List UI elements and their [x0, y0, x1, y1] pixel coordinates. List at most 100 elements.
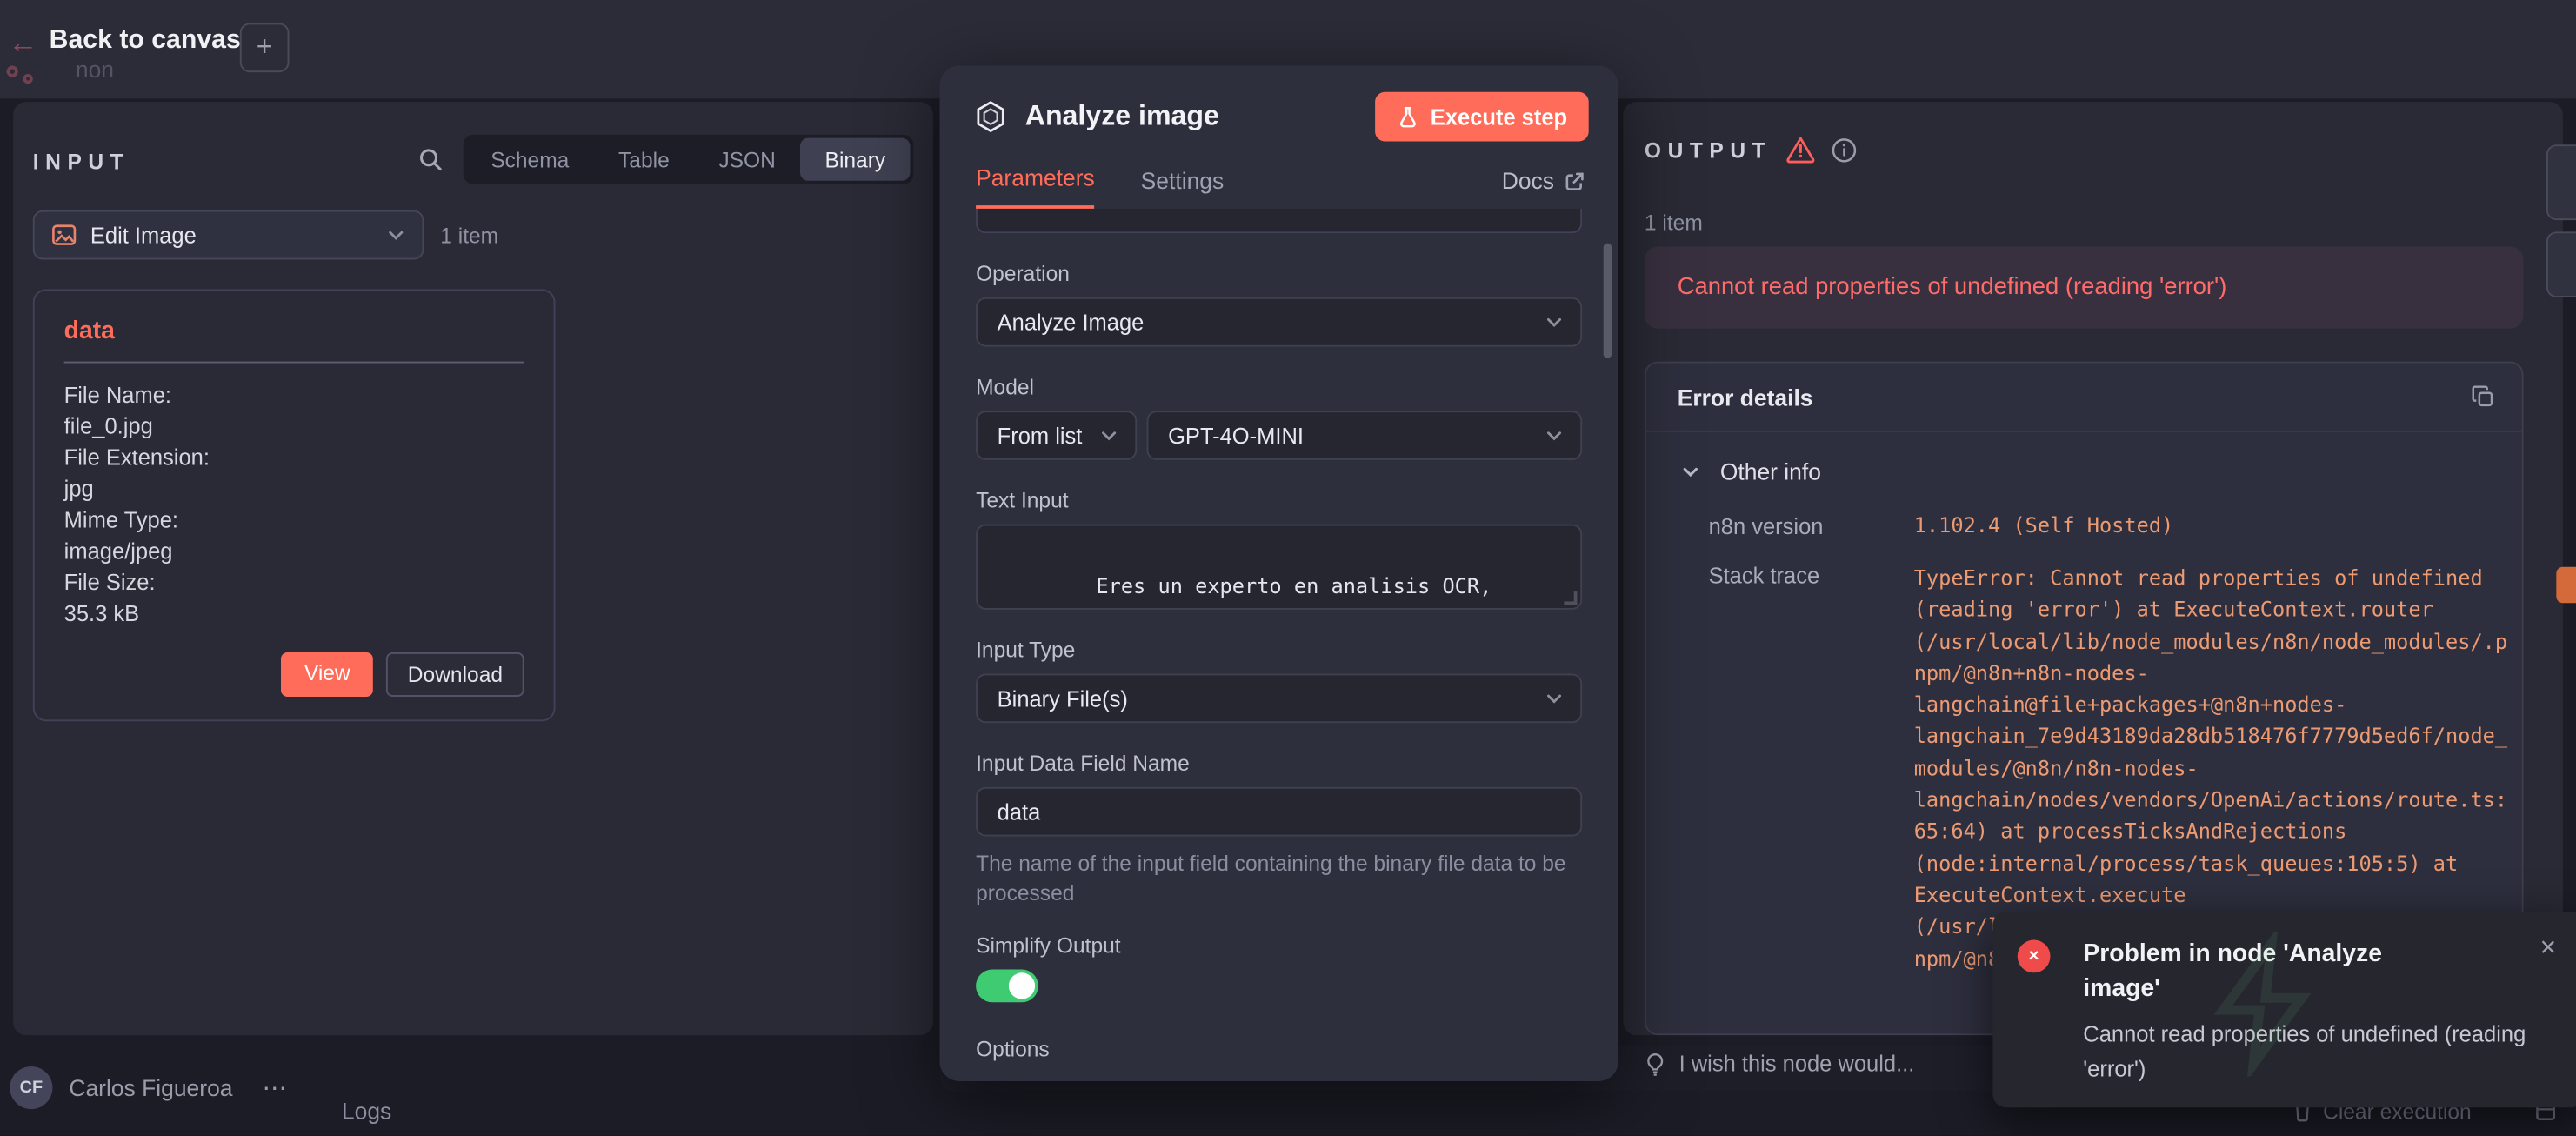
- tab-parameters[interactable]: Parameters: [976, 164, 1095, 209]
- output-panel: OUTPUT 1 item Cannot read properties of …: [1623, 102, 2563, 1035]
- node-wish-button[interactable]: I wish this node would...: [1643, 1052, 1914, 1076]
- node-title: Analyze image: [1025, 100, 1219, 133]
- text-input-textarea[interactable]: Eres un experto en analisis OCR, mira la…: [976, 525, 1582, 610]
- operation-value: Analyze Image: [998, 310, 1145, 334]
- logo-dot-icon: [7, 66, 18, 77]
- back-arrow-icon[interactable]: ←: [8, 26, 37, 61]
- other-info-section-toggle[interactable]: Other info: [1679, 458, 2502, 484]
- add-button[interactable]: +: [240, 23, 290, 72]
- execute-step-button[interactable]: Execute step: [1375, 92, 1589, 142]
- warning-triangle-icon: [1786, 135, 1816, 164]
- input-panel-title: INPUT: [33, 149, 130, 173]
- n8n-version-value: 1.102.4 (Self Hosted): [1914, 512, 2174, 538]
- file-name-value: file_0.jpg: [64, 411, 524, 442]
- resize-handle-icon[interactable]: [1564, 591, 1577, 605]
- input-panel: INPUT Schema Table JSON Binary Edit Imag…: [13, 102, 933, 1035]
- binary-field-name: data: [64, 317, 524, 364]
- chevron-down-icon: [1545, 312, 1565, 332]
- search-icon[interactable]: [417, 146, 443, 172]
- lightning-watermark-icon: [2193, 932, 2338, 1076]
- input-data-field-name-input[interactable]: data: [976, 787, 1582, 837]
- logs-toggle[interactable]: Logs: [342, 1098, 391, 1124]
- simplify-output-toggle[interactable]: [976, 970, 1038, 1003]
- toggle-knob: [1009, 972, 1035, 999]
- tab-json[interactable]: JSON: [694, 138, 800, 181]
- file-name-label: File Name:: [64, 379, 524, 411]
- n8n-version-label: n8n version: [1709, 512, 1914, 538]
- wish-label: I wish this node would...: [1679, 1052, 1915, 1076]
- input-source-select[interactable]: Edit Image: [33, 210, 424, 260]
- input-type-label: Input Type: [976, 638, 1582, 662]
- more-options-icon[interactable]: ⋯: [263, 1073, 287, 1103]
- input-data-field-name-label: Input Data Field Name: [976, 751, 1582, 775]
- file-extension-value: jpg: [64, 473, 524, 505]
- options-label: Options: [976, 1037, 1582, 1061]
- operation-select[interactable]: Analyze Image: [976, 297, 1582, 347]
- simplify-output-label: Simplify Output: [976, 933, 1582, 958]
- cut-off-field[interactable]: [976, 209, 1582, 233]
- canvas-node-orange-sliver: [2556, 567, 2576, 604]
- n8n-node-detail-view: ← Back to canvas non + INPUT Schema Tabl…: [0, 0, 2576, 1135]
- back-to-canvas-button[interactable]: Back to canvas: [50, 26, 241, 56]
- external-link-icon: [1564, 170, 1585, 192]
- canvas-node-sliver: [2546, 144, 2576, 220]
- tab-binary[interactable]: Binary: [800, 138, 910, 181]
- parameters-form: Operation Analyze Image Model From list …: [940, 209, 1618, 1109]
- modal-scrollbar[interactable]: [1604, 244, 1612, 358]
- image-icon: [51, 222, 77, 248]
- text-input-value: Eres un experto en analisis OCR, mira la…: [998, 573, 1492, 610]
- file-size-value: 35.3 kB: [64, 598, 524, 630]
- mime-type-label: Mime Type:: [64, 505, 524, 536]
- output-panel-title: OUTPUT: [1645, 137, 1772, 162]
- docs-label: Docs: [1502, 168, 1554, 194]
- error-toast: × Problem in node 'Analyze image' Cannot…: [1992, 912, 2576, 1107]
- error-banner-text: Cannot read properties of undefined (rea…: [1678, 274, 2227, 300]
- close-icon[interactable]: ×: [2540, 932, 2557, 965]
- output-item-count: 1 item: [1645, 210, 1703, 235]
- model-mode-value: From list: [998, 423, 1083, 447]
- model-select[interactable]: GPT-4O-MINI: [1147, 411, 1583, 460]
- operation-label: Operation: [976, 261, 1582, 285]
- lightbulb-icon: [1643, 1052, 1667, 1076]
- execute-step-label: Execute step: [1431, 104, 1567, 129]
- canvas-node-sliver: [2546, 231, 2576, 297]
- mime-type-value: image/jpeg: [64, 536, 524, 567]
- docs-link[interactable]: Docs: [1502, 168, 1585, 209]
- chevron-down-icon: [1545, 425, 1565, 445]
- error-circle-icon: ×: [2018, 940, 2051, 973]
- tab-table[interactable]: Table: [594, 138, 694, 181]
- text-input-label: Text Input: [976, 488, 1582, 512]
- download-button[interactable]: Download: [386, 652, 524, 697]
- workflow-name: non: [76, 56, 114, 82]
- copy-icon[interactable]: [2471, 384, 2495, 409]
- model-label: Model: [976, 375, 1582, 399]
- input-data-field-name-value: data: [998, 799, 1041, 824]
- user-menu[interactable]: CF Carlos Figueroa ⋯: [10, 1066, 287, 1109]
- binary-data-card: data File Name: file_0.jpg File Extensio…: [33, 289, 556, 721]
- model-mode-select[interactable]: From list: [976, 411, 1137, 460]
- tab-settings[interactable]: Settings: [1141, 168, 1225, 209]
- input-view-tabs: Schema Table JSON Binary: [463, 135, 913, 184]
- input-type-value: Binary File(s): [998, 686, 1128, 711]
- tab-schema[interactable]: Schema: [466, 138, 594, 181]
- input-source-value: Edit Image: [90, 223, 197, 247]
- error-banner: Cannot read properties of undefined (rea…: [1645, 246, 2524, 328]
- file-size-label: File Size:: [64, 567, 524, 598]
- info-icon[interactable]: [1831, 136, 1859, 164]
- user-name: Carlos Figueroa: [69, 1074, 232, 1100]
- node-settings-modal: Analyze image Execute step Parameters Se…: [940, 66, 1618, 1081]
- input-data-field-help: The name of the input field containing t…: [976, 850, 1582, 909]
- avatar[interactable]: CF: [10, 1066, 52, 1109]
- flask-icon: [1396, 105, 1418, 128]
- file-extension-label: File Extension:: [64, 442, 524, 473]
- other-info-label: Other info: [1720, 458, 1821, 484]
- view-button[interactable]: View: [281, 652, 373, 697]
- chevron-down-icon: [1679, 460, 1702, 483]
- input-type-select[interactable]: Binary File(s): [976, 674, 1582, 724]
- error-details-title: Error details: [1678, 384, 1813, 410]
- input-item-count: 1 item: [440, 223, 498, 247]
- chevron-down-icon: [386, 225, 406, 245]
- openai-logo-icon: [972, 98, 1009, 135]
- model-value: GPT-4O-MINI: [1168, 423, 1304, 447]
- stack-trace-label: Stack trace: [1709, 562, 1914, 974]
